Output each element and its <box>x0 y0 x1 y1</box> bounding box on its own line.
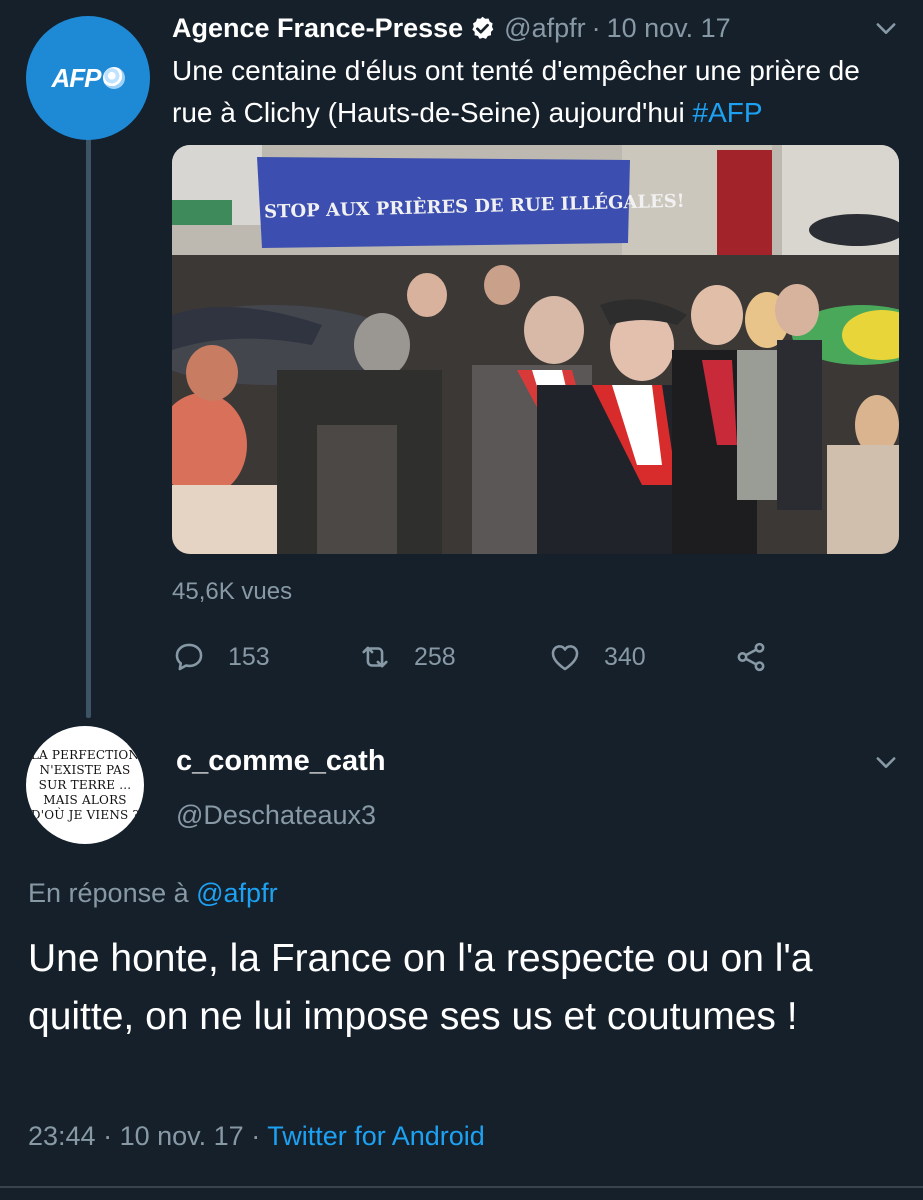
video-thumbnail: STOP AUX PRIÈRES DE RUE ILLÉGALES! <box>172 145 899 554</box>
avatar-text-line: LA PERFECTION <box>30 747 140 762</box>
reply-count: 153 <box>228 642 270 671</box>
retweet-icon <box>362 646 388 668</box>
afp-avatar[interactable]: AFP <box>26 16 150 140</box>
tweet-header: Agence France-Presse @afpfr · 10 nov. 17 <box>172 8 903 48</box>
verified-badge-icon <box>472 16 494 39</box>
chevron-down-icon <box>876 757 896 768</box>
share-icon <box>737 642 765 672</box>
like-button[interactable]: 340 <box>548 635 646 679</box>
like-count: 340 <box>604 642 646 671</box>
avatar-text-line: SUR TERRE ... <box>38 777 132 792</box>
retweet-count: 258 <box>414 642 456 671</box>
reply-date: 10 nov. 17 <box>119 1121 244 1151</box>
chevron-down-icon <box>876 23 896 34</box>
reply-time: 23:44 <box>28 1121 96 1151</box>
author-name[interactable]: Agence France-Presse <box>172 13 463 44</box>
afp-globe-icon <box>102 67 125 89</box>
afp-logo-text: AFP <box>51 62 102 93</box>
afp-logo: AFP <box>52 63 125 94</box>
tweet-actions: 153 258 340 <box>172 635 792 679</box>
avatar-text-line: MAIS ALORS <box>43 792 127 807</box>
in-reply-label: En réponse à <box>28 878 197 908</box>
hashtag-link[interactable]: #AFP <box>693 97 763 128</box>
reply-author-name[interactable]: c_comme_cath <box>176 745 386 778</box>
share-button[interactable] <box>734 635 790 679</box>
reply-menu-chevron[interactable] <box>872 748 900 776</box>
reply-button[interactable]: 153 <box>172 635 270 679</box>
in-reply-to: En réponse à @afpfr <box>28 878 278 909</box>
tweet-text: Une centaine d'élus ont tenté d'empêcher… <box>172 50 892 134</box>
tweet-date[interactable]: 10 nov. 17 <box>607 13 731 44</box>
author-handle[interactable]: @afpfr <box>504 13 585 44</box>
reply-author-handle[interactable]: @Deschateaux3 <box>176 800 376 831</box>
tweet-video[interactable]: STOP AUX PRIÈRES DE RUE ILLÉGALES! <box>172 145 899 554</box>
header-separator: · <box>591 12 601 43</box>
meta-separator: · <box>95 1121 120 1151</box>
heart-icon <box>551 645 579 671</box>
reply-source-link[interactable]: Twitter for Android <box>267 1121 485 1151</box>
reply-meta: 23:44 · 10 nov. 17 · Twitter for Android <box>28 1121 485 1152</box>
thread-connector-line <box>86 138 91 718</box>
in-reply-handle-link[interactable]: @afpfr <box>196 878 277 908</box>
reply-author-avatar[interactable]: LA PERFECTION N'EXISTE PAS SUR TERRE ...… <box>26 726 144 844</box>
divider <box>0 1186 923 1188</box>
reply-icon <box>175 643 203 671</box>
avatar-text-line: N'EXISTE PAS <box>39 762 131 777</box>
meta-separator: · <box>243 1121 268 1151</box>
view-count: 45,6K vues <box>172 578 293 605</box>
retweet-button[interactable]: 258 <box>358 635 456 679</box>
tweet-detail-page: AFP Agence France-Presse @afpfr · 10 nov… <box>0 0 923 1200</box>
tweet-menu-chevron-icon[interactable] <box>872 14 900 42</box>
avatar-text-line: D'OÙ JE VIENS ? <box>30 807 140 822</box>
reply-text: Une honte, la France on l'a respecte ou … <box>28 937 813 1038</box>
